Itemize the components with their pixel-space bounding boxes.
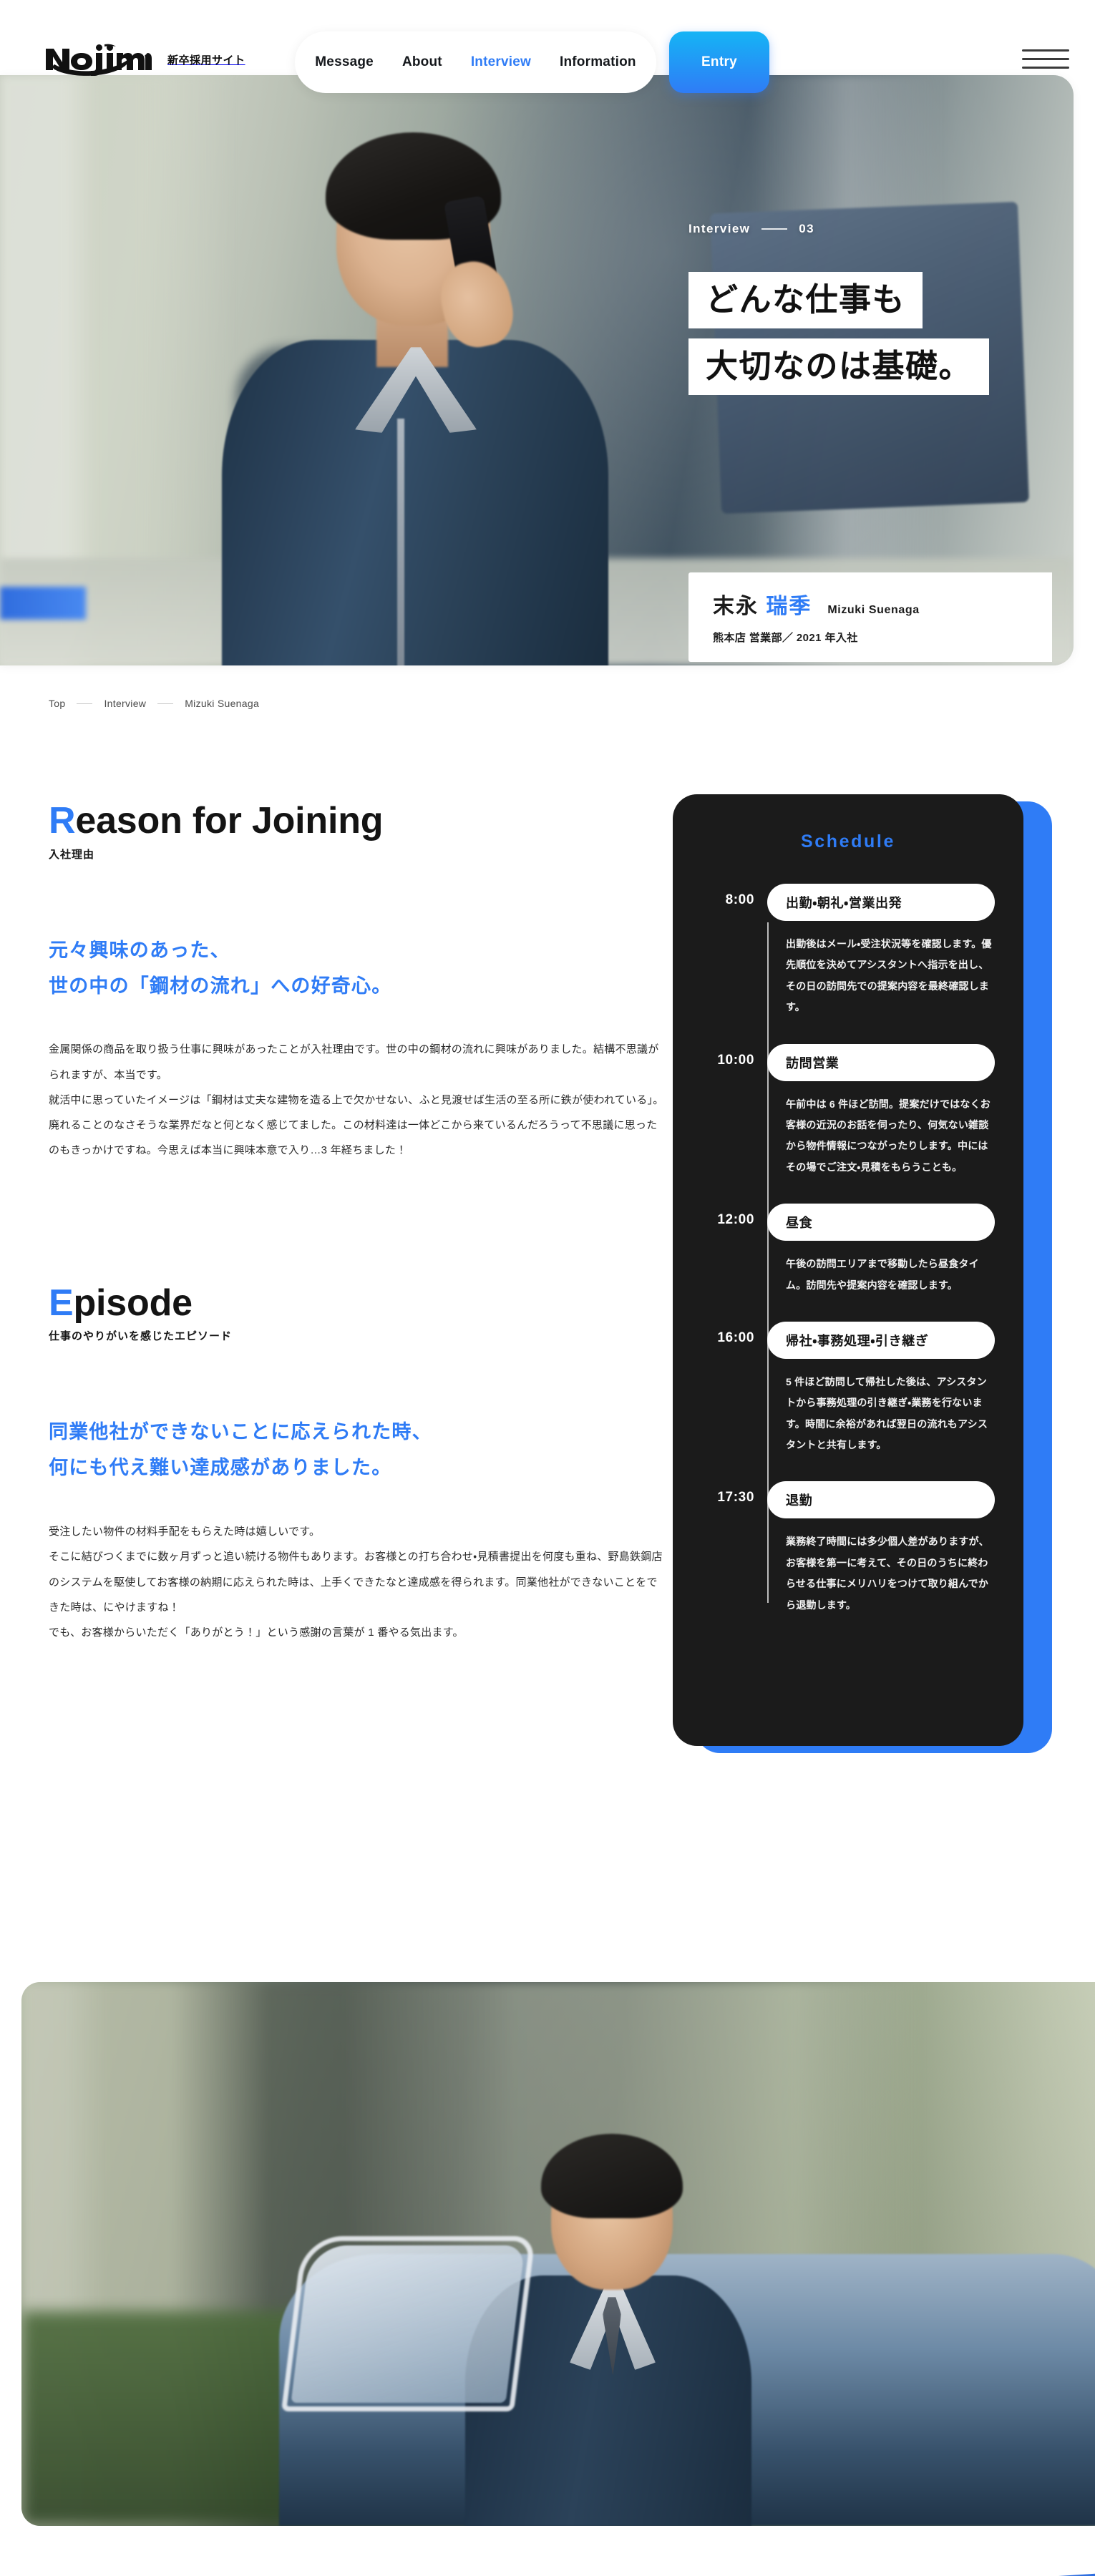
- schedule-item: 17:30 退勤 業務終了時間には多少個人差がありますが、お客様を第一に考えて、…: [701, 1481, 995, 1616]
- section-body: 金属関係の商品を取り扱う仕事に興味があったことが入社理由です。世の中の鋼材の流れ…: [49, 1037, 664, 1163]
- hero-eyebrow-label: Interview: [688, 222, 751, 235]
- schedule-item-label: 帰社・事務処理・引き継ぎ: [767, 1321, 995, 1359]
- burger-bar-3: [1022, 66, 1069, 69]
- section-reason-for-joining: Reason for Joining 入社理由 元々興味のあった、 世の中の「鋼…: [49, 801, 664, 1163]
- bottom-blue-decoration: [737, 2573, 1095, 2576]
- section-lead-line-2: 世の中の「鋼材の流れ」への好奇心。: [49, 975, 392, 997]
- schedule-item-content: 退勤 業務終了時間には多少個人差がありますが、お客様を第一に考えて、その日のうち…: [767, 1481, 995, 1616]
- hero-eyebrow-dash: [761, 228, 788, 230]
- schedule-item-time: 8:00: [725, 892, 754, 907]
- body-paragraph: 金属関係の商品を取り扱う仕事に興味があったことが入社理由です。世の中の鋼材の流れ…: [49, 1043, 659, 1081]
- section-heading-ja: 仕事のやりがいを感じたエピソード: [49, 1330, 233, 1343]
- schedule-list: 8:00 出勤・朝礼・営業出発 出勤後はメール・受注状況等を確認します。優先順位…: [701, 884, 995, 1616]
- schedule-item-time: 12:00: [717, 1212, 754, 1228]
- schedule-item: 12:00 昼食 午後の訪問エリアまで移動したら昼食タイム。訪問先や提案内容を確…: [701, 1204, 995, 1322]
- nav-item-message[interactable]: Message: [315, 54, 374, 70]
- photo-car-door-frame: [281, 2236, 536, 2411]
- breadcrumb-item-top[interactable]: Top: [49, 698, 65, 709]
- schedule-item: 8:00 出勤・朝礼・営業出発 出勤後はメール・受注状況等を確認します。優先順位…: [701, 884, 995, 1044]
- hero-title-line-2: 大切なのは基礎。: [688, 338, 990, 395]
- schedule-item-content: 訪問営業 午前中は 6 件ほど訪問。提案だけではなくお客様の近況のお話を伺ったり…: [767, 1043, 995, 1179]
- section-body: 受注したい物件の材料手配をもらえた時は嬉しいです。 そこに結びつくまでに数ヶ月ず…: [49, 1519, 664, 1645]
- section-heading-initial: E: [49, 1282, 74, 1324]
- hero-profile-card: 末永 瑞季 Mizuki Suenaga 熊本店 営業部／ 2021 年入社: [688, 572, 1052, 662]
- breadcrumb-separator: [157, 703, 174, 704]
- schedule-item-content: 出勤・朝礼・営業出発 出勤後はメール・受注状況等を確認します。優先順位を決めてア…: [767, 884, 995, 1018]
- hero-name-row: 末永 瑞季 Mizuki Suenaga: [713, 588, 1028, 620]
- body-paragraph: 受注したい物件の材料手配をもらえた時は嬉しいです。: [49, 1526, 321, 1538]
- entry-button[interactable]: Entry: [669, 31, 769, 93]
- hero-profile-meta: 熊本店 営業部／ 2021 年入社: [713, 632, 858, 644]
- schedule-item-label: 退勤: [767, 1481, 995, 1519]
- breadcrumb-item-interview[interactable]: Interview: [104, 698, 146, 709]
- interview-page: Interview 03 どんな仕事も 大切なのは基礎。 末永 瑞季 Mizuk…: [0, 0, 1095, 2576]
- main-navigation: Message About Interview Information: [295, 31, 656, 93]
- section-heading-initial: R: [49, 800, 76, 841]
- schedule-item-content: 昼食 午後の訪問エリアまで移動したら昼食タイム。訪問先や提案内容を確認します。: [767, 1204, 995, 1296]
- hamburger-menu-icon[interactable]: [1022, 40, 1072, 77]
- breadcrumb-item-current: Mizuki Suenaga: [185, 698, 260, 709]
- section-lead: 元々興味のあった、 世の中の「鋼材の流れ」への好奇心。: [49, 933, 664, 1005]
- schedule-item-description: 午前中は 6 件ほど訪問。提案だけではなくお客様の近況のお話を伺ったり、何気ない…: [786, 1098, 991, 1173]
- burger-bar-2: [1022, 57, 1069, 60]
- section-lead: 同業他社ができないことに応えられた時、 何にも代え難い達成感がありました。: [49, 1415, 664, 1486]
- hero-blue-accent: [0, 587, 86, 620]
- hero-subject-figure: [215, 132, 615, 665]
- site-header: 新卒採用サイト Message About Interview Informat…: [0, 0, 1095, 107]
- hero-name-japanese: 末永 瑞季: [713, 588, 812, 620]
- schedule-item-content: 帰社・事務処理・引き継ぎ 5 件ほど訪問して帰社した後は、アシスタントから事務処…: [767, 1321, 995, 1456]
- hero-eyebrow: Interview 03: [688, 222, 814, 236]
- schedule-title: Schedule: [801, 831, 895, 852]
- schedule-item: 10:00 訪問営業 午前中は 6 件ほど訪問。提案だけではなくお客様の近況のお…: [701, 1043, 995, 1204]
- section-lead-line-2: 何にも代え難い達成感がありました。: [49, 1457, 392, 1479]
- section-lead-line-1: 同業他社ができないことに応えられた時、: [49, 1421, 432, 1443]
- schedule-card: Schedule 8:00 出勤・朝礼・営業出発 出勤後はメール・受注状況等を確…: [673, 794, 1023, 1746]
- section-heading: Episode 仕事のやりがいを感じたエピソード: [49, 1282, 664, 1344]
- schedule-item-description: 業務終了時間には多少個人差がありますが、お客様を第一に考えて、その日のうちに終わ…: [786, 1536, 989, 1611]
- schedule-panel: Schedule 8:00 出勤・朝礼・営業出発 出勤後はメール・受注状況等を確…: [673, 794, 1052, 1753]
- brand-subtitle: 新卒採用サイト: [167, 54, 245, 67]
- schedule-item-time: 17:30: [717, 1490, 754, 1506]
- body-paragraph: 就活中に思っていたイメージは「鋼材は丈夫な建物を造る上で欠かせない、ふと見渡せば…: [49, 1093, 664, 1157]
- schedule-item-time: 10:00: [717, 1052, 754, 1068]
- section-lead-line-1: 元々興味のあった、: [49, 939, 230, 961]
- hero-title-line-1: どんな仕事も: [688, 272, 923, 328]
- body-paragraph: そこに結びつくまでに数ヶ月ずっと追い続ける物件もあります。お客様との打ち合わせ・…: [49, 1551, 663, 1614]
- schedule-item-label: 出勤・朝礼・営業出発: [767, 884, 995, 921]
- subject-zipper: [397, 419, 404, 665]
- schedule-item-label: 昼食: [767, 1204, 995, 1241]
- subject-jacket: [222, 340, 608, 665]
- secondary-photo: [21, 1982, 1095, 2526]
- nojima-wordmark-icon: [43, 43, 152, 76]
- hero-name-english: Mizuki Suenaga: [827, 604, 920, 616]
- photo-person-hair: [541, 2134, 683, 2218]
- nav-item-information[interactable]: Information: [560, 54, 636, 70]
- breadcrumb: Top Interview Mizuki Suenaga: [49, 698, 259, 709]
- content-column-left: Reason for Joining 入社理由 元々興味のあった、 世の中の「鋼…: [49, 801, 664, 1645]
- schedule-item: 16:00 帰社・事務処理・引き継ぎ 5 件ほど訪問して帰社した後は、アシスタン…: [701, 1321, 995, 1482]
- schedule-item-time: 16:00: [717, 1330, 754, 1345]
- burger-bar-1: [1022, 49, 1069, 52]
- section-heading: Reason for Joining 入社理由: [49, 801, 664, 862]
- nav-item-about[interactable]: About: [402, 54, 442, 70]
- section-heading-ja: 入社理由: [49, 848, 95, 861]
- hero-name-family: 末永: [713, 595, 759, 618]
- section-episode: Episode 仕事のやりがいを感じたエピソード 同業他社ができないことに応えら…: [49, 1282, 664, 1646]
- hero-name-given: 瑞季: [766, 595, 812, 618]
- section-heading-rest: pisode: [73, 1282, 193, 1324]
- section-heading-en: Episode: [49, 1282, 664, 1324]
- schedule-item-description: 午後の訪問エリアまで移動したら昼食タイム。訪問先や提案内容を確認します。: [786, 1258, 979, 1291]
- schedule-item-description: 5 件ほど訪問して帰社した後は、アシスタントから事務処理の引き継ぎ・業務を行ない…: [786, 1375, 988, 1451]
- nav-item-interview[interactable]: Interview: [471, 54, 531, 70]
- brand-logo-link[interactable]: 新卒採用サイト: [43, 43, 245, 76]
- schedule-item-description: 出勤後はメール・受注状況等を確認します。優先順位を決めてアシスタントへ指示を出し…: [786, 938, 992, 1013]
- hero-eyebrow-number: 03: [799, 222, 815, 235]
- breadcrumb-separator: [77, 703, 93, 704]
- section-heading-rest: eason for Joining: [75, 800, 384, 841]
- hero-title: どんな仕事も 大切なのは基礎。: [688, 272, 990, 405]
- section-heading-en: Reason for Joining: [49, 801, 664, 841]
- schedule-item-label: 訪問営業: [767, 1043, 995, 1081]
- body-paragraph: でも、お客様からいただく「ありがとう！」という感謝の言葉が 1 番やる気出ます。: [49, 1626, 464, 1639]
